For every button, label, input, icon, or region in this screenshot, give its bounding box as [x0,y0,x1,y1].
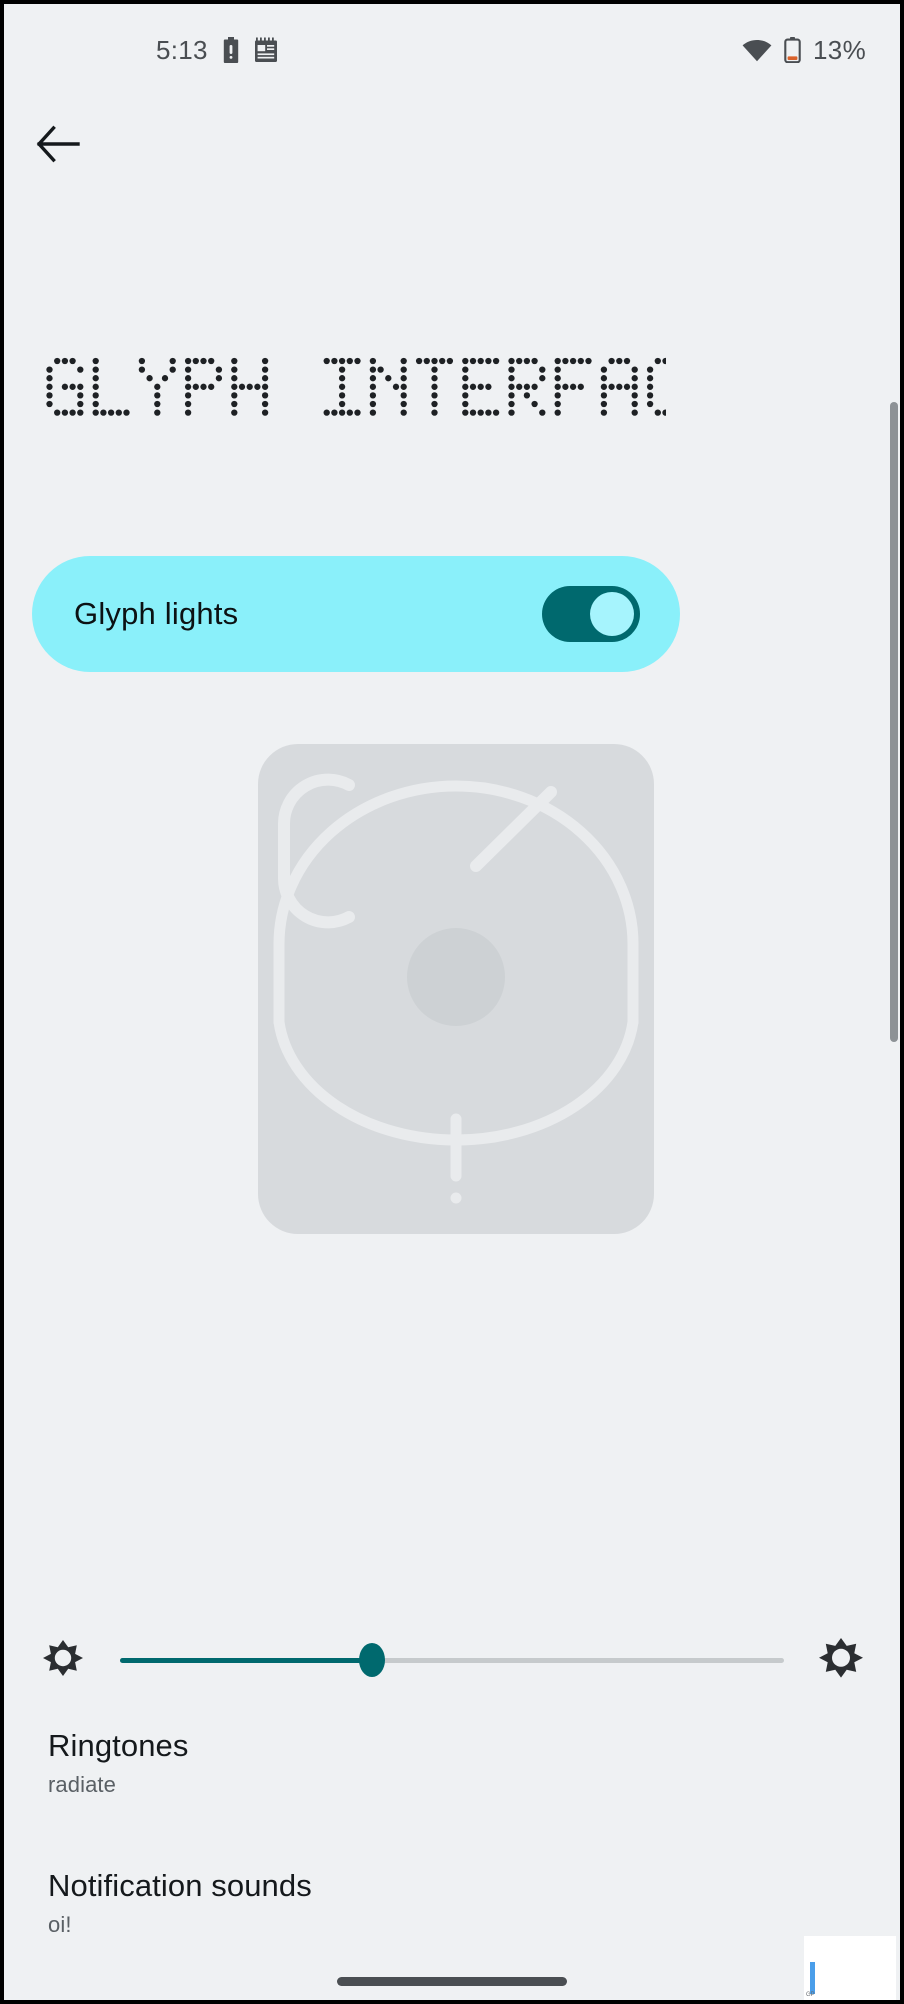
glyph-brightness-row [4,1612,900,1708]
overlay-accent-bar [810,1962,815,1994]
scrollbar-thumb[interactable] [890,402,898,1042]
status-bar-left: 5:13 [156,35,278,66]
glyph-lights-label: Glyph lights [74,596,239,631]
status-bar: 5:13 13% [4,4,900,96]
floating-overlay-chip[interactable]: GP [804,1936,896,2000]
glyph-brightness-slider[interactable] [120,1638,784,1682]
battery-percentage: 13% [813,34,866,65]
notes-app-icon [254,37,278,63]
slider-fill [120,1657,373,1663]
list-item-title: Notification sounds [48,1868,312,1903]
wifi-icon [742,38,772,62]
list-item-title: Ringtones [48,1728,189,1763]
slider-thumb[interactable] [359,1643,386,1677]
toggle-knob [590,592,634,636]
nothing-phone-glyph-diagram [258,744,654,1234]
glyph-lights-card[interactable]: Glyph lights [32,556,680,672]
back-arrow-icon [36,125,80,168]
back-button[interactable] [28,116,88,176]
glyph-interface-settings-screen: 5:13 13% Glyph lights Ringtones radiate … [0,0,904,2004]
brightness-low-icon[interactable] [36,1633,90,1687]
list-item-notification-sounds[interactable]: Notification sounds oi! [48,1868,856,1937]
status-clock: 5:13 [156,34,208,65]
overlay-caption: GP [806,1992,815,1998]
battery-alert-icon [222,37,240,63]
brightness-high-icon[interactable] [814,1633,868,1687]
list-item-subtitle: radiate [48,1771,116,1797]
list-item-subtitle: oi! [48,1911,72,1937]
status-bar-right: 13% [742,35,866,66]
glyph-lights-toggle[interactable] [542,586,640,642]
page-title: GLYPH INTERFACE [46,356,666,422]
home-gesture-bar[interactable] [337,1977,567,1986]
list-item-ringtones[interactable]: Ringtones radiate [48,1728,856,1797]
battery-low-icon [784,37,801,63]
